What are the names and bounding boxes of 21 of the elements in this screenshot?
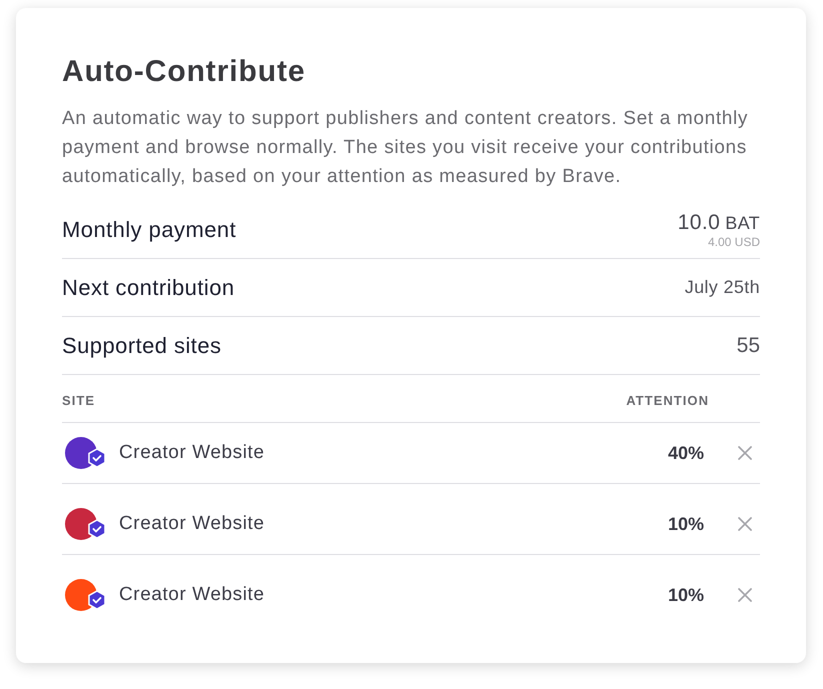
card-title: Auto-Contribute [62, 54, 306, 90]
attention-percent: 10% [668, 584, 704, 607]
attention-percent: 10% [668, 513, 704, 536]
count-value: 55 [736, 332, 760, 359]
converted-amount: 4.00 USD [708, 234, 760, 248]
amount-value: 10.0 [678, 210, 720, 234]
attention-percent: 40% [668, 442, 704, 465]
summary-label: Monthly payment [62, 216, 236, 244]
column-header: ATTENTION [626, 392, 709, 410]
close-icon [738, 446, 752, 460]
close-icon [738, 588, 752, 602]
summary-label: Next contribution [62, 274, 235, 302]
column-header: SITE [62, 392, 96, 410]
currency-unit: BAT [725, 212, 760, 234]
date-value: July 25th [684, 276, 760, 299]
site-name: Creator Website [119, 512, 266, 536]
site-name: Creator Website [119, 441, 266, 465]
card-description: An automatic way to support publishers and content creators. Set a monthly payment and browse normally. The sites you visit receive your contributions automatically, based on your attention as measured by Brave. [62, 107, 750, 189]
close-icon [738, 517, 752, 531]
site-name: Creator Website [119, 583, 266, 607]
summary-label: Supported sites [62, 332, 222, 360]
